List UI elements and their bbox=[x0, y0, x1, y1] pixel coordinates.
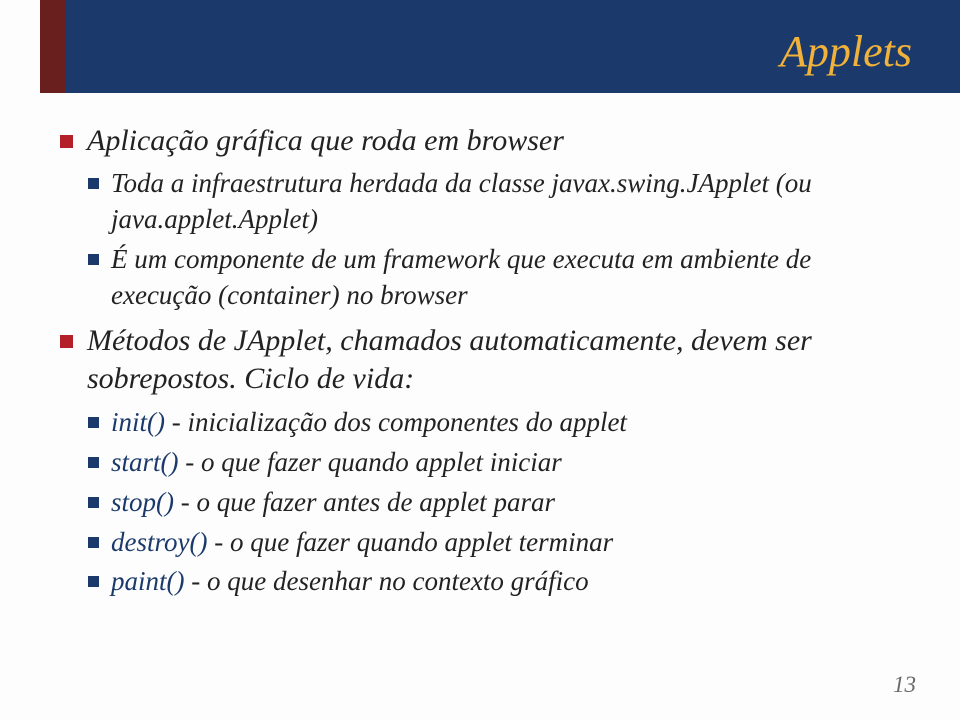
subbullet-text: É um componente de um framework que exec… bbox=[111, 242, 912, 314]
page-number: 13 bbox=[893, 672, 916, 698]
bullet-text: Métodos de JApplet, chamados automaticam… bbox=[87, 322, 912, 399]
subbullet-icon bbox=[88, 497, 99, 508]
method-name: start() bbox=[111, 447, 179, 477]
subbullet-icon bbox=[88, 537, 99, 548]
accent-bar bbox=[40, 0, 66, 93]
subbullet-icon bbox=[88, 254, 99, 265]
method-name: destroy() bbox=[111, 527, 207, 557]
page-title: Applets bbox=[780, 26, 912, 77]
bullet-text: Aplicação gráfica que roda em browser bbox=[87, 122, 564, 160]
subbullet-icon bbox=[88, 178, 99, 189]
method-desc: - inicialização dos componentes do apple… bbox=[165, 407, 627, 437]
subbullet-text: destroy() - o que fazer quando applet te… bbox=[111, 525, 613, 561]
subbullet-icon bbox=[88, 457, 99, 468]
bullet-icon bbox=[60, 135, 73, 148]
subbullet-icon bbox=[88, 417, 99, 428]
method-desc: - o que desenhar no contexto gráfico bbox=[185, 566, 589, 596]
method-desc: - o que fazer antes de applet parar bbox=[174, 487, 555, 517]
subbullet-text: Toda a infraestrutura herdada da classe … bbox=[111, 166, 912, 238]
subbullet-text: paint() - o que desenhar no contexto grá… bbox=[111, 564, 589, 600]
subbullet-text: stop() - o que fazer antes de applet par… bbox=[111, 485, 555, 521]
method-name: init() bbox=[111, 407, 165, 437]
slide-content: Aplicação gráfica que roda em browser To… bbox=[60, 122, 912, 608]
subbullet-text: init() - inicialização dos componentes d… bbox=[111, 405, 627, 441]
subbullet-text: start() - o que fazer quando applet inic… bbox=[111, 445, 562, 481]
bullet-icon bbox=[60, 335, 73, 348]
method-name: paint() bbox=[111, 566, 185, 596]
method-name: stop() bbox=[111, 487, 174, 517]
subbullet-icon bbox=[88, 576, 99, 587]
method-desc: - o que fazer quando applet terminar bbox=[207, 527, 613, 557]
method-desc: - o que fazer quando applet iniciar bbox=[179, 447, 562, 477]
